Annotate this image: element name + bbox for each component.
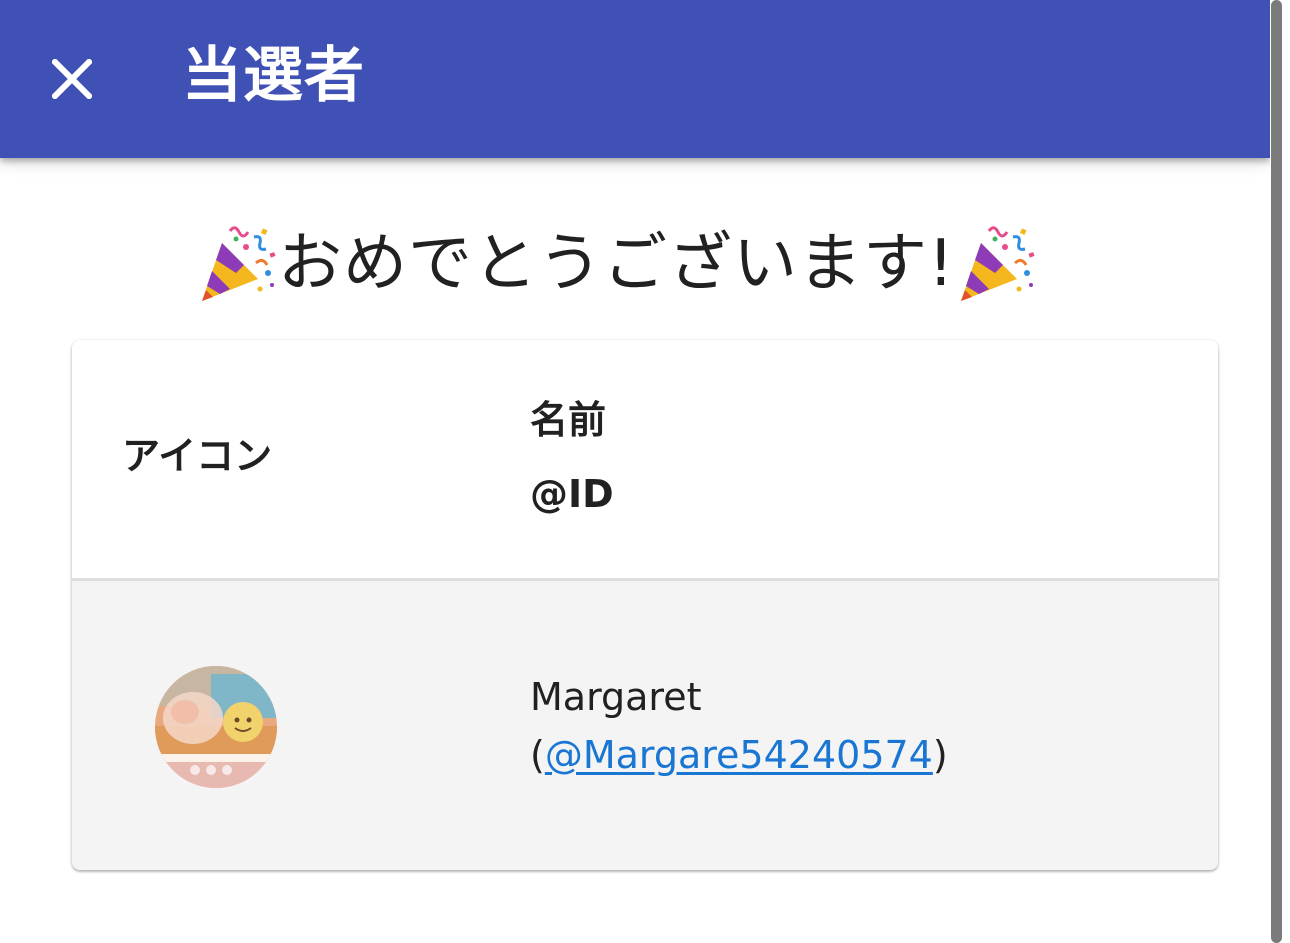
party-popper-icon — [202, 226, 276, 301]
winner-name: Margaret — [530, 675, 702, 719]
heading-text: おめでとうございます! — [278, 227, 955, 301]
table-header: アイコン 名前 @ID — [72, 340, 1218, 581]
close-icon — [52, 59, 92, 99]
party-popper-icon — [960, 226, 1035, 301]
handle-open-paren: ( — [530, 733, 545, 777]
winners-table: アイコン 名前 @ID Margaret (@Margare54240574) — [72, 340, 1218, 870]
table-row: Margaret (@Margare54240574) — [72, 581, 1218, 870]
winner-handle-line: (@Margare54240574) — [530, 729, 948, 781]
app-bar: 当選者 — [0, 0, 1270, 158]
avatar — [155, 666, 277, 788]
column-header-id: @ID — [530, 472, 614, 516]
close-button[interactable] — [30, 37, 114, 121]
app-bar-title: 当選者 — [182, 41, 365, 111]
congratulations-heading: おめでとうございます! — [196, 222, 1037, 306]
column-header-icon: アイコン — [122, 434, 273, 478]
user-avatar-photo — [155, 666, 277, 788]
winner-handle-link[interactable]: @Margare54240574 — [545, 733, 933, 777]
scrollbar-thumb[interactable] — [1271, 0, 1282, 943]
column-header-name: 名前 — [530, 398, 607, 442]
handle-close-paren: ) — [932, 733, 948, 777]
